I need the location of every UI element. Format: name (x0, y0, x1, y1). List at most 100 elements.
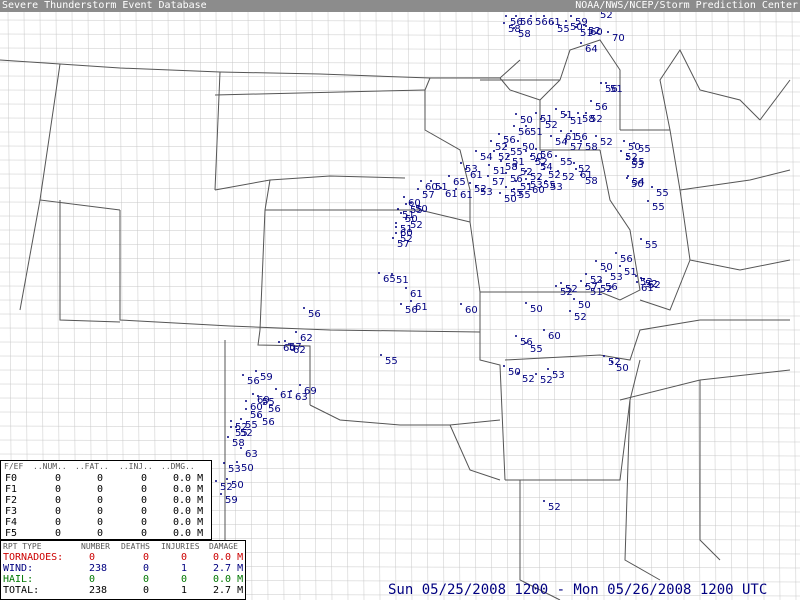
wind-report-value: 50 (530, 304, 543, 315)
wind-report-dot (552, 22, 554, 24)
wind-report-value: 61 (460, 190, 473, 201)
wind-report-dot (627, 175, 629, 177)
wind-report-dot (487, 175, 489, 177)
legend-cell: F4 (5, 517, 18, 528)
wind-report-dot (573, 162, 575, 164)
wind-report-dot (380, 354, 382, 356)
wind-report-dot (570, 15, 572, 17)
wind-report-dot (420, 180, 422, 182)
legend-cell: 0 (55, 473, 62, 484)
wind-report-dot (378, 272, 380, 274)
wind-report-value: 58 (585, 142, 598, 153)
wind-report-dot (605, 82, 607, 84)
legend-cell: 0 (55, 517, 62, 528)
wind-report-value: 56 (405, 305, 418, 316)
wind-report-dot (469, 182, 471, 184)
wind-report-dot (503, 22, 505, 24)
wind-report-marker: 52 (535, 373, 553, 386)
wind-report-value: 52 (545, 120, 558, 131)
wind-report-dot (595, 135, 597, 137)
legend-cell: 0 (97, 473, 104, 484)
wind-report-value: 57 (570, 142, 583, 153)
legend-cell: F5 (5, 528, 18, 539)
summary-header: NUMBER (81, 542, 110, 551)
wind-report-value: 59 (225, 495, 238, 506)
wind-report-dot (284, 340, 286, 342)
wind-report-dot (295, 331, 297, 333)
wind-report-dot (580, 280, 582, 282)
wind-report-value: 55 (560, 157, 573, 168)
wind-report-dot (555, 155, 557, 157)
wind-report-dot (257, 415, 259, 417)
wind-report-marker: 56 (303, 307, 321, 320)
wind-report-value: 52 (645, 279, 658, 290)
wind-report-dot (505, 15, 507, 17)
wind-report-dot (583, 24, 585, 26)
wind-report-value: 55 (557, 24, 570, 35)
wind-report-dot (635, 275, 637, 277)
wind-report-dot (636, 281, 638, 283)
wind-report-dot (515, 335, 517, 337)
report-summary-table: RPT TYPE NUMBER DEATHS INJURIES DAMAGE TORNAD… (0, 540, 246, 600)
wind-report-dot (400, 303, 402, 305)
summary-header: INJURIES (161, 542, 200, 551)
wind-report-dot (555, 108, 557, 110)
database-title: Severe Thunderstorm Event Database (2, 0, 207, 11)
wind-report-dot (395, 232, 397, 234)
legend-cell: F2 (5, 495, 18, 506)
wind-report-dot (573, 298, 575, 300)
wind-report-dot (299, 384, 301, 386)
wind-report-value: 56 (620, 254, 633, 265)
wind-report-dot (255, 370, 257, 372)
wind-report-dot (605, 270, 607, 272)
wind-report-dot (460, 162, 462, 164)
wind-report-value: 55 (652, 202, 665, 213)
wind-report-marker: 56 (400, 303, 418, 316)
date-range: Sun 05/25/2008 1200 - Mon 05/26/2008 120… (388, 582, 768, 598)
wind-report-dot (500, 160, 502, 162)
wind-report-dot (517, 372, 519, 374)
wind-report-marker: 52 (543, 500, 561, 513)
wind-report-dot (525, 178, 527, 180)
wind-report-value: 52 (600, 137, 613, 148)
summary-cell: 2.7 M (213, 563, 244, 574)
wind-report-value: 55 (645, 240, 658, 251)
wind-report-marker: 64 (580, 42, 598, 55)
wind-report-dot (560, 130, 562, 132)
wind-report-dot (417, 188, 419, 190)
wind-report-dot (611, 361, 613, 363)
wind-report-dot (405, 203, 407, 205)
wind-report-value: 51 (580, 28, 593, 39)
wind-report-value: 63 (295, 392, 308, 403)
wind-report-dot (585, 285, 587, 287)
wind-report-value: 51 (396, 275, 409, 286)
wind-report-value: 61 (410, 289, 423, 300)
wind-report-marker: 60 (395, 226, 413, 239)
wind-report-dot (400, 212, 402, 214)
wind-report-dot (395, 226, 397, 228)
wind-report-dot (245, 400, 247, 402)
legend-cell: 0 (55, 506, 62, 517)
wind-report-dot (580, 42, 582, 44)
wind-report-dot (257, 395, 259, 397)
wind-report-value: 60 (400, 228, 413, 239)
legend-cell: 0 (55, 528, 62, 539)
wind-report-value: 58 (518, 29, 531, 40)
wind-report-marker: 65 (378, 272, 396, 285)
wind-report-value: 51 (493, 166, 506, 177)
wind-report-value: 54 (555, 137, 568, 148)
wind-report-dot (236, 461, 238, 463)
summary-cell: 238 (89, 585, 108, 596)
wind-report-dot (227, 436, 229, 438)
legend-cell: 0 (141, 528, 148, 539)
wind-report-dot (515, 165, 517, 167)
wind-report-dot (560, 282, 562, 284)
wind-report-dot (575, 26, 577, 28)
wind-report-dot (513, 27, 515, 29)
wind-report-dot (585, 112, 587, 114)
wind-report-dot (507, 155, 509, 157)
wind-report-dot (525, 342, 527, 344)
legend-cell: 0 (55, 495, 62, 506)
wind-report-dot (215, 480, 217, 482)
summary-cell: 0.0 M (213, 574, 244, 585)
